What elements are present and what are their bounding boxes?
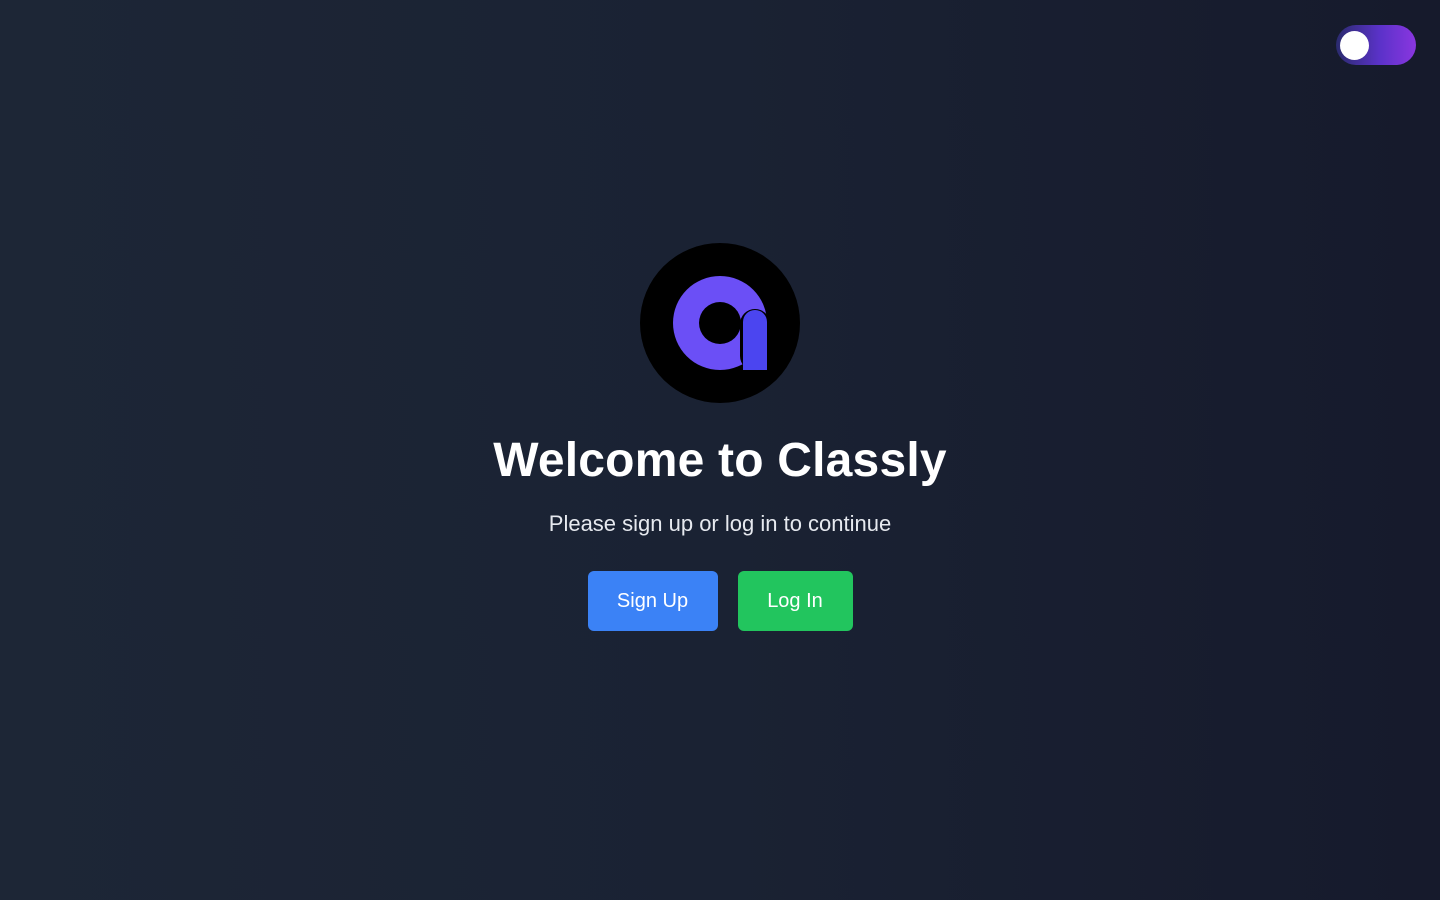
toggle-knob — [1340, 31, 1369, 60]
auth-actions: Sign Up Log In — [587, 571, 853, 631]
page-subtitle: Please sign up or log in to continue — [548, 511, 892, 536]
page-title: Welcome to Classly — [493, 434, 947, 487]
welcome-panel: Welcome to Classly Please sign up or log… — [0, 243, 1440, 631]
classly-logo-icon — [640, 243, 800, 403]
log-in-button[interactable]: Log In — [737, 571, 853, 631]
theme-toggle[interactable] — [1336, 25, 1416, 65]
sign-up-button[interactable]: Sign Up — [587, 571, 718, 631]
